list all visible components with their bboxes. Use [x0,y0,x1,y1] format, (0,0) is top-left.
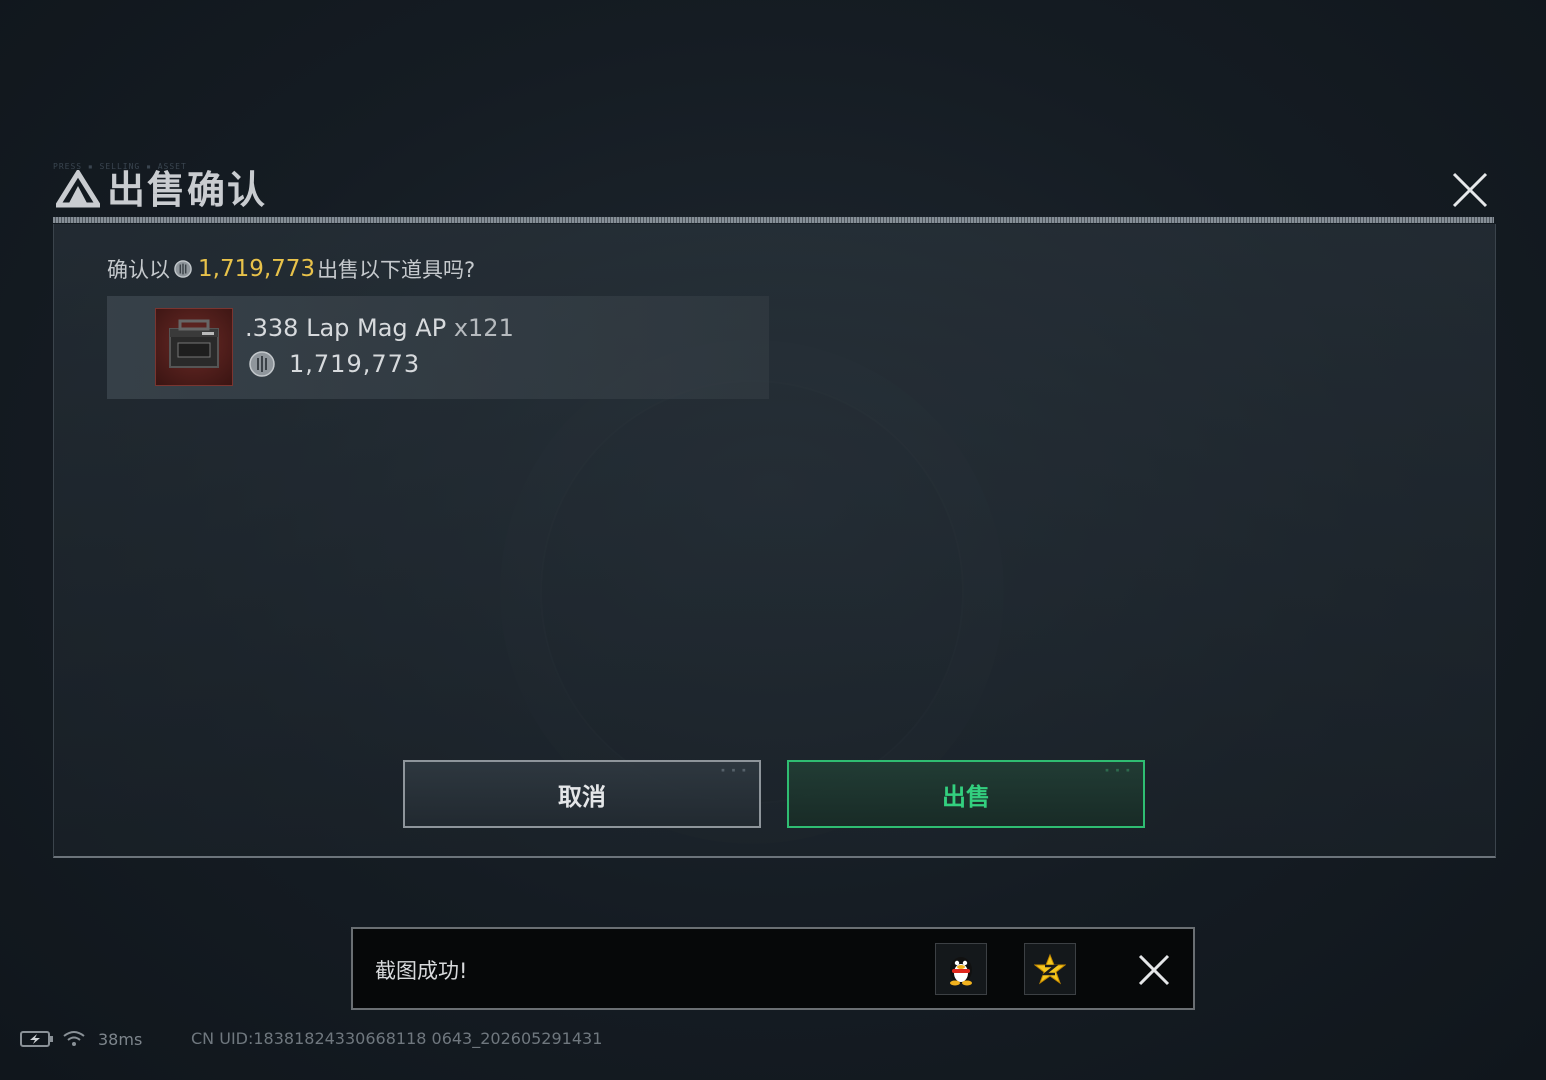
coin-icon [174,260,192,278]
latency-readout: 38ms [98,1029,143,1049]
confirm-prefix: 确认以 [107,258,170,282]
cancel-button[interactable]: ▪ ▪ ▪ 取消 [403,760,761,828]
button-micro-text: ▪ ▪ ▪ [720,766,747,774]
qzone-star-icon [1034,953,1066,985]
item-name-text: .338 Lap Mag AP [245,314,447,342]
toast-message: 截图成功! [375,959,468,983]
dialog-header: PRESS ▪ SELLING ▪ ASSET 出售确认 [53,160,1494,223]
wifi-icon [63,1031,85,1046]
qq-penguin-icon [950,957,972,986]
item-row: .338 Lap Mag AP x121 1,719,773 [107,296,769,399]
confirm-price: 1,719,773 [198,256,316,282]
user-uid: CN UID:18381824330668118 0643_2026052914… [191,1029,603,1048]
share-qzone-button[interactable] [1024,943,1076,995]
sell-label: 出售 [942,782,990,811]
share-qq-button[interactable] [935,943,987,995]
dialog-body: 确认以 1,719,773 出售以下道具吗? .338 Lap Mag AP x… [53,224,1496,858]
screenshot-toast: 截图成功! [351,927,1195,1010]
confirm-question: 确认以 1,719,773 出售以下道具吗? [107,254,475,284]
sell-button[interactable]: ▪ ▪ ▪ 出售 [787,760,1145,828]
item-price: 1,719,773 [289,350,421,378]
cancel-label: 取消 [558,782,606,811]
item-name: .338 Lap Mag AP x121 [245,314,514,342]
item-price-row: 1,719,773 [249,350,420,378]
coin-icon [249,351,275,377]
header-divider [53,217,1494,223]
delta-logo-icon [56,170,100,208]
battery-charging-icon [20,1031,53,1047]
ammo-box-icon [169,319,219,368]
item-quantity: x121 [453,314,514,342]
status-bar: 38ms [20,1028,142,1050]
button-micro-text: ▪ ▪ ▪ [1104,766,1131,774]
dialog-title: 出售确认 [107,168,268,212]
sell-confirm-dialog: PRESS ▪ SELLING ▪ ASSET 出售确认 确认以 1,719,7… [53,160,1496,858]
item-thumbnail [155,308,233,386]
close-icon[interactable] [1137,953,1171,987]
confirm-suffix: 出售以下道具吗? [317,258,476,282]
close-icon[interactable] [1450,170,1490,210]
